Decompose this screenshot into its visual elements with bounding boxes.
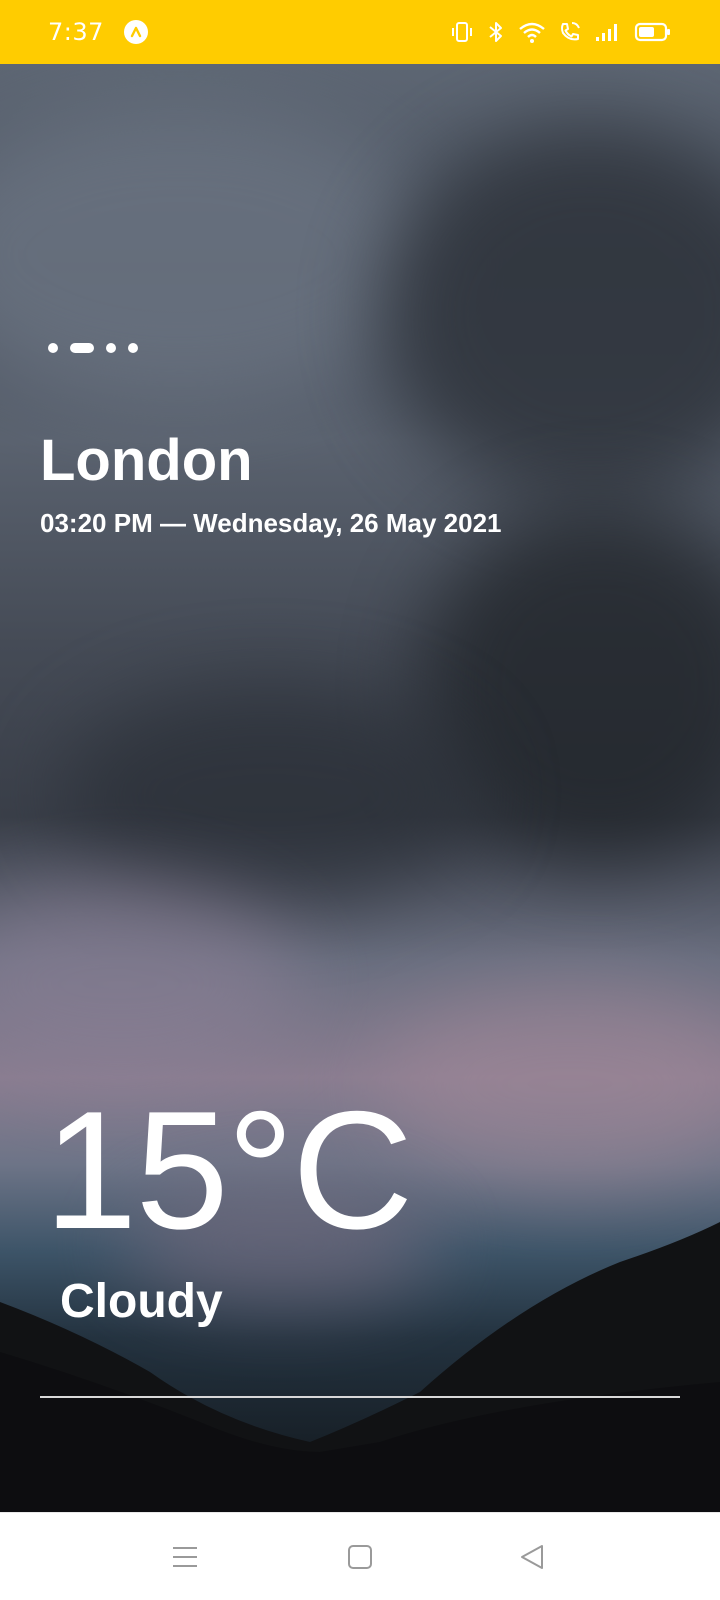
- menu-icon: [173, 1547, 197, 1567]
- page-dot[interactable]: [106, 343, 116, 353]
- temperature: 15°C: [44, 1076, 413, 1264]
- home-icon: [348, 1545, 372, 1569]
- home-button[interactable]: [336, 1533, 384, 1581]
- app-notification-icon: [123, 20, 148, 44]
- weather-condition: Cloudy: [60, 1275, 223, 1328]
- battery-icon: [634, 20, 672, 44]
- status-icons: [450, 20, 672, 44]
- status-time: 7:37: [48, 18, 104, 46]
- navigation-bar: [0, 1512, 720, 1600]
- menu-button[interactable]: [161, 1533, 209, 1581]
- wifi-icon: [518, 20, 546, 44]
- status-bar: 7:37: [0, 0, 720, 64]
- back-icon: [521, 1545, 543, 1569]
- page-indicator: [48, 343, 138, 353]
- vibrate-icon: [450, 20, 474, 44]
- date-time: 03:20 PM — Wednesday, 26 May 2021: [40, 508, 502, 538]
- page-dot-active[interactable]: [70, 343, 94, 353]
- page-dot[interactable]: [48, 343, 58, 353]
- weather-screen: 7:37 London 03:20 PM — Wednesday, 26 May…: [0, 0, 720, 1600]
- page-dot[interactable]: [128, 343, 138, 353]
- signal-icon: [594, 20, 622, 44]
- divider: [40, 1396, 680, 1398]
- bluetooth-icon: [486, 20, 506, 44]
- wifi-calling-icon: [558, 20, 582, 44]
- back-button[interactable]: [508, 1533, 556, 1581]
- city-name: London: [40, 428, 253, 493]
